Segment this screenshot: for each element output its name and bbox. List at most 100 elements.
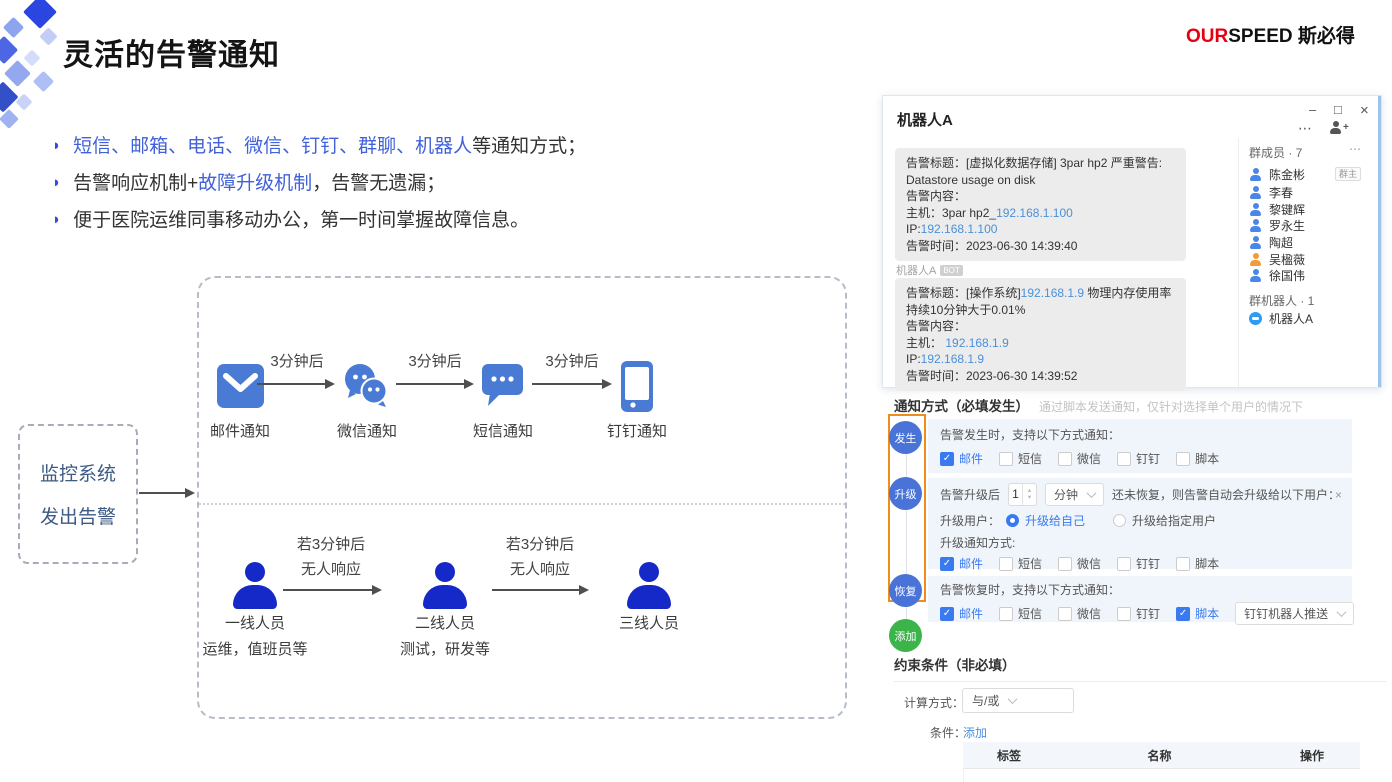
person-icon — [1249, 203, 1262, 216]
checkbox-sms[interactable]: ✓短信 — [999, 605, 1042, 622]
chevron-down-icon — [1008, 694, 1018, 704]
checkbox-label: 短信 — [1018, 450, 1042, 467]
bullet-line-1: ◗短信、邮箱、电话、微信、钉钉、群聊、机器人等通知方式； — [52, 131, 586, 158]
page-title: 灵活的告警通知 — [63, 30, 280, 74]
checkbox-dingtalk[interactable]: ✓钉钉 — [1117, 450, 1160, 467]
checkbox-mail[interactable]: ✓邮件 — [940, 450, 983, 467]
select-value: 分钟 — [1054, 486, 1078, 503]
unit-select[interactable]: 分钟 — [1045, 483, 1104, 506]
deco-diamond — [23, 0, 57, 29]
checkbox-script[interactable]: ✓脚本 — [1176, 555, 1219, 572]
checkbox-wechat[interactable]: ✓微信 — [1058, 450, 1101, 467]
ip-label: IP: — [906, 222, 921, 236]
members-more-icon[interactable]: ⋯ — [1349, 142, 1362, 156]
close-button[interactable]: × — [1360, 102, 1369, 119]
upgrade-row-close-icon[interactable]: × — [1335, 488, 1342, 502]
checkbox-label: 微信 — [1077, 555, 1101, 572]
person-icon — [1249, 168, 1262, 181]
checkbox-label: 邮件 — [959, 555, 983, 572]
checkbox-label: 钉钉 — [1136, 555, 1160, 572]
radio-upgrade-self[interactable]: 升级给自己 — [1006, 512, 1085, 529]
maximize-button[interactable]: □ — [1334, 102, 1342, 117]
chat-window-title: 机器人A — [897, 109, 953, 130]
select-value: 与/或 — [972, 692, 999, 709]
company-logo: OURSPEED 斯必得 — [1186, 21, 1355, 48]
deco-diamond — [4, 60, 31, 87]
calc-method-select[interactable]: 与/或 — [962, 688, 1074, 713]
deco-diamond — [0, 36, 18, 64]
notify-section-title: 通知方式（必填发生） — [894, 395, 1029, 415]
escalate-label-1a: 若3分钟后 — [286, 533, 376, 554]
checkbox-mail[interactable]: ✓ 邮件 — [940, 555, 983, 572]
ip-link[interactable]: 192.168.1.9 — [921, 352, 984, 366]
sender-name: 机器人A — [896, 262, 936, 278]
alert-time: 告警时间：2023-06-30 14:39:52 — [906, 368, 1175, 385]
add-stage-button[interactable]: 添加 — [889, 619, 922, 652]
person-icon-tier3 — [625, 562, 673, 609]
recover-text: 告警恢复时，支持以下方式通知： — [940, 581, 1340, 598]
checkbox-box: ✓ — [1176, 607, 1190, 621]
robot-row[interactable]: 机器人A — [1249, 311, 1313, 325]
checkbox-label: 脚本 — [1195, 605, 1219, 622]
script-target-select[interactable]: 钉钉机器人推送 — [1235, 602, 1354, 625]
host-ip-link[interactable]: 192.168.1.9 — [945, 336, 1008, 350]
member-row[interactable]: 李春 — [1249, 185, 1293, 199]
checkbox-box: ✓ — [1058, 557, 1072, 571]
node-label-dingtalk: 钉钉通知 — [597, 420, 677, 441]
notify-section-hint: 通过脚本发送通知，仅针对选择单个用户的情况下 — [1039, 398, 1303, 415]
checkbox-script[interactable]: ✓脚本 — [1176, 450, 1219, 467]
checkbox-dingtalk[interactable]: ✓钉钉 — [1117, 555, 1160, 572]
alert-host-line: 主机：3par hp2_192.168.1.100 — [906, 205, 1175, 222]
deco-diamond — [3, 17, 24, 38]
member-row[interactable]: 吴楹薇 — [1249, 252, 1305, 266]
bullet-icon: ◗ — [52, 174, 61, 191]
bullet-text: 便于医院运维同事移动办公，第一时间掌握故障信息。 — [73, 210, 529, 231]
member-name: 罗永生 — [1269, 217, 1305, 234]
alert-content-label: 告警内容： — [906, 188, 1175, 205]
col-tag: 标签 — [963, 747, 1055, 764]
window-scrollbar[interactable] — [1378, 96, 1381, 387]
member-row[interactable]: 陶超 — [1249, 235, 1293, 249]
ip-link[interactable]: 192.168.1.100 — [921, 222, 998, 236]
member-name: 吴楹薇 — [1269, 251, 1305, 268]
occur-channels: ✓邮件 ✓短信 ✓微信 ✓钉钉 ✓脚本 — [940, 450, 1340, 467]
person-icon — [1329, 121, 1342, 134]
spinner-down-icon: ▾ — [1028, 495, 1031, 502]
member-name: 黎键辉 — [1269, 201, 1305, 218]
upgrade-user-line: 升级用户： 升级给自己 升级给指定用户 — [940, 512, 1340, 529]
member-row[interactable]: 罗永生 — [1249, 218, 1305, 232]
chat-more-icon[interactable]: ⋯ — [1298, 120, 1313, 137]
checkbox-sms[interactable]: ✓短信 — [999, 450, 1042, 467]
checkbox-sms[interactable]: ✓短信 — [999, 555, 1042, 572]
radio-upgrade-assign[interactable]: 升级给指定用户 — [1113, 512, 1216, 529]
alert-host-line: 主机： 192.168.1.9 — [906, 335, 1175, 352]
checkbox-wechat[interactable]: ✓微信 — [1058, 605, 1101, 622]
member-row[interactable]: 徐国伟 — [1249, 268, 1305, 282]
checkbox-script[interactable]: ✓ 脚本 — [1176, 605, 1219, 622]
alert-title-ip-link[interactable]: 192.168.1.9 — [1021, 286, 1084, 300]
checkbox-mail[interactable]: ✓邮件 — [940, 605, 983, 622]
condition-table: 标签 名称 操作 — [963, 742, 1360, 782]
notify-section-header: 通知方式（必填发生） 通过脚本发送通知，仅针对选择单个用户的情况下 — [894, 395, 1303, 415]
alert-ip-line: IP:192.168.1.100 — [906, 221, 1175, 238]
checkbox-label: 邮件 — [959, 605, 983, 622]
alert-ip-line: IP:192.168.1.9 — [906, 351, 1175, 368]
checkbox-dingtalk[interactable]: ✓钉钉 — [1117, 605, 1160, 622]
number-spinner[interactable]: ▴▾ — [1022, 484, 1036, 505]
robot-icon — [1249, 312, 1262, 325]
checkbox-wechat[interactable]: ✓ 微信 — [1058, 555, 1101, 572]
escalate-label-2a: 若3分钟后 — [495, 533, 585, 554]
tier1-sub: 运维，值班员等 — [185, 638, 325, 659]
alert-title: 告警标题：[虚拟化数据存储] 3par hp2 严重警告: Datastore … — [906, 155, 1175, 188]
member-row[interactable]: 陈金彬 — [1249, 167, 1305, 181]
host-ip-link[interactable]: 192.168.1.100 — [996, 206, 1073, 220]
condition-add-link[interactable]: 添加 — [963, 724, 987, 741]
deco-diamond — [39, 27, 57, 45]
add-member-icon[interactable]: + — [1329, 121, 1349, 134]
upgrade-minutes-input[interactable]: 1▴▾ — [1008, 483, 1037, 506]
occur-row: 告警发生时，支持以下方式通知： ✓邮件 ✓短信 ✓微信 ✓钉钉 ✓脚本 — [928, 419, 1352, 473]
member-row[interactable]: 黎键辉 — [1249, 202, 1305, 216]
minimize-button[interactable]: – — [1309, 102, 1316, 117]
checkbox-label: 脚本 — [1195, 555, 1219, 572]
check-icon: ✓ — [943, 559, 951, 569]
